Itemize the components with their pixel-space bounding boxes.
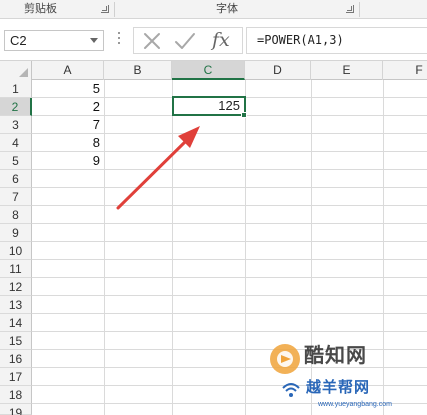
grid-line	[32, 259, 427, 260]
grid-line	[32, 277, 427, 278]
fill-handle[interactable]	[241, 112, 247, 118]
cell-a1[interactable]: 5	[32, 80, 104, 98]
column-header-e[interactable]: E	[311, 61, 383, 80]
column-header-c[interactable]: C	[172, 61, 245, 80]
watermark-logo-icon	[270, 344, 300, 374]
formula-buttons: fx	[133, 27, 243, 54]
grid-line	[32, 313, 427, 314]
grid-line	[245, 80, 246, 415]
row-header[interactable]: 5	[0, 152, 32, 170]
grid-line	[32, 205, 427, 206]
chevron-down-icon[interactable]	[90, 38, 98, 43]
column-header-a[interactable]: A	[32, 61, 104, 80]
insert-function-icon[interactable]: fx	[212, 28, 230, 53]
font-launcher-icon[interactable]	[346, 5, 354, 13]
grid-line	[32, 295, 427, 296]
row-header[interactable]: 8	[0, 206, 32, 224]
ribbon-separator	[114, 2, 115, 17]
row-header[interactable]: 9	[0, 224, 32, 242]
selected-cell-c2[interactable]: 125	[172, 96, 246, 116]
row-header[interactable]: 13	[0, 296, 32, 314]
watermark-url: www.yueyangbang.com	[318, 401, 392, 408]
grid-line	[104, 80, 105, 415]
formula-input[interactable]: =POWER(A1,3)	[246, 27, 427, 54]
column-header-f[interactable]: F	[383, 61, 427, 80]
cancel-icon[interactable]	[142, 31, 162, 51]
row-header[interactable]: 2	[0, 98, 32, 116]
row-header[interactable]: 4	[0, 134, 32, 152]
row-header[interactable]: 10	[0, 242, 32, 260]
ribbon-separator	[359, 2, 360, 17]
row-header[interactable]: 15	[0, 332, 32, 350]
name-box-value: C2	[10, 33, 27, 48]
formula-bar: C2 fx =POWER(A1,3)	[0, 19, 427, 61]
grid-line	[32, 331, 427, 332]
watermark-title: 酷知网	[304, 345, 367, 367]
row-header[interactable]: 6	[0, 170, 32, 188]
watermark-wifi-icon	[282, 383, 300, 397]
enter-check-icon[interactable]	[174, 31, 196, 51]
ribbon-group-labels: 剪贴板 字体	[0, 0, 427, 19]
row-header[interactable]: 14	[0, 314, 32, 332]
row-header[interactable]: 12	[0, 278, 32, 296]
row-header[interactable]: 3	[0, 116, 32, 134]
ribbon-group-font: 字体	[216, 3, 238, 15]
grid-line	[32, 241, 427, 242]
cell-a3[interactable]: 7	[32, 116, 104, 134]
grid-line	[172, 80, 173, 415]
name-box[interactable]: C2	[4, 30, 104, 51]
grid-line	[32, 187, 427, 188]
cell-a2[interactable]: 2	[32, 98, 104, 116]
clipboard-launcher-icon[interactable]	[101, 5, 109, 13]
resize-handle-icon[interactable]	[118, 32, 121, 47]
row-header[interactable]: 17	[0, 368, 32, 386]
row-header[interactable]: 16	[0, 350, 32, 368]
watermark: 酷知网 越羊帮网 www.yueyangbang.com	[262, 340, 427, 415]
cell-a5[interactable]: 9	[32, 152, 104, 170]
cell-a4[interactable]: 8	[32, 134, 104, 152]
row-header[interactable]: 11	[0, 260, 32, 278]
row-header[interactable]: 1	[0, 80, 32, 98]
column-header-d[interactable]: D	[245, 61, 311, 80]
row-header[interactable]: 7	[0, 188, 32, 206]
watermark-subtitle: 越羊帮网	[306, 379, 371, 396]
grid-line	[32, 223, 427, 224]
select-all-icon	[19, 68, 28, 77]
select-all-button[interactable]	[0, 61, 32, 80]
column-header-row: A B C D E F	[0, 61, 427, 80]
row-header[interactable]: 19	[0, 404, 32, 415]
column-header-b[interactable]: B	[104, 61, 172, 80]
ribbon-group-clipboard: 剪贴板	[24, 3, 57, 15]
row-header[interactable]: 18	[0, 386, 32, 404]
